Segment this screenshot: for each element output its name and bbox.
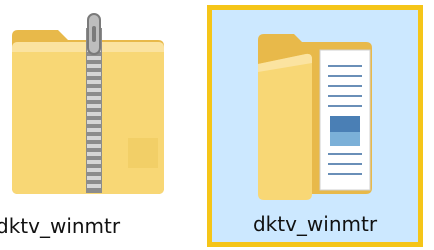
folder-with-documents-icon <box>258 34 372 200</box>
file-name-label: dktv_winmtr <box>0 214 121 238</box>
file-name-label: dktv_winmtr <box>252 212 378 236</box>
file-item-folder[interactable]: dktv_winmtr <box>207 5 423 247</box>
file-item-zip[interactable]: dktv_winmtr <box>0 0 175 250</box>
zip-folder-icon <box>12 13 164 194</box>
